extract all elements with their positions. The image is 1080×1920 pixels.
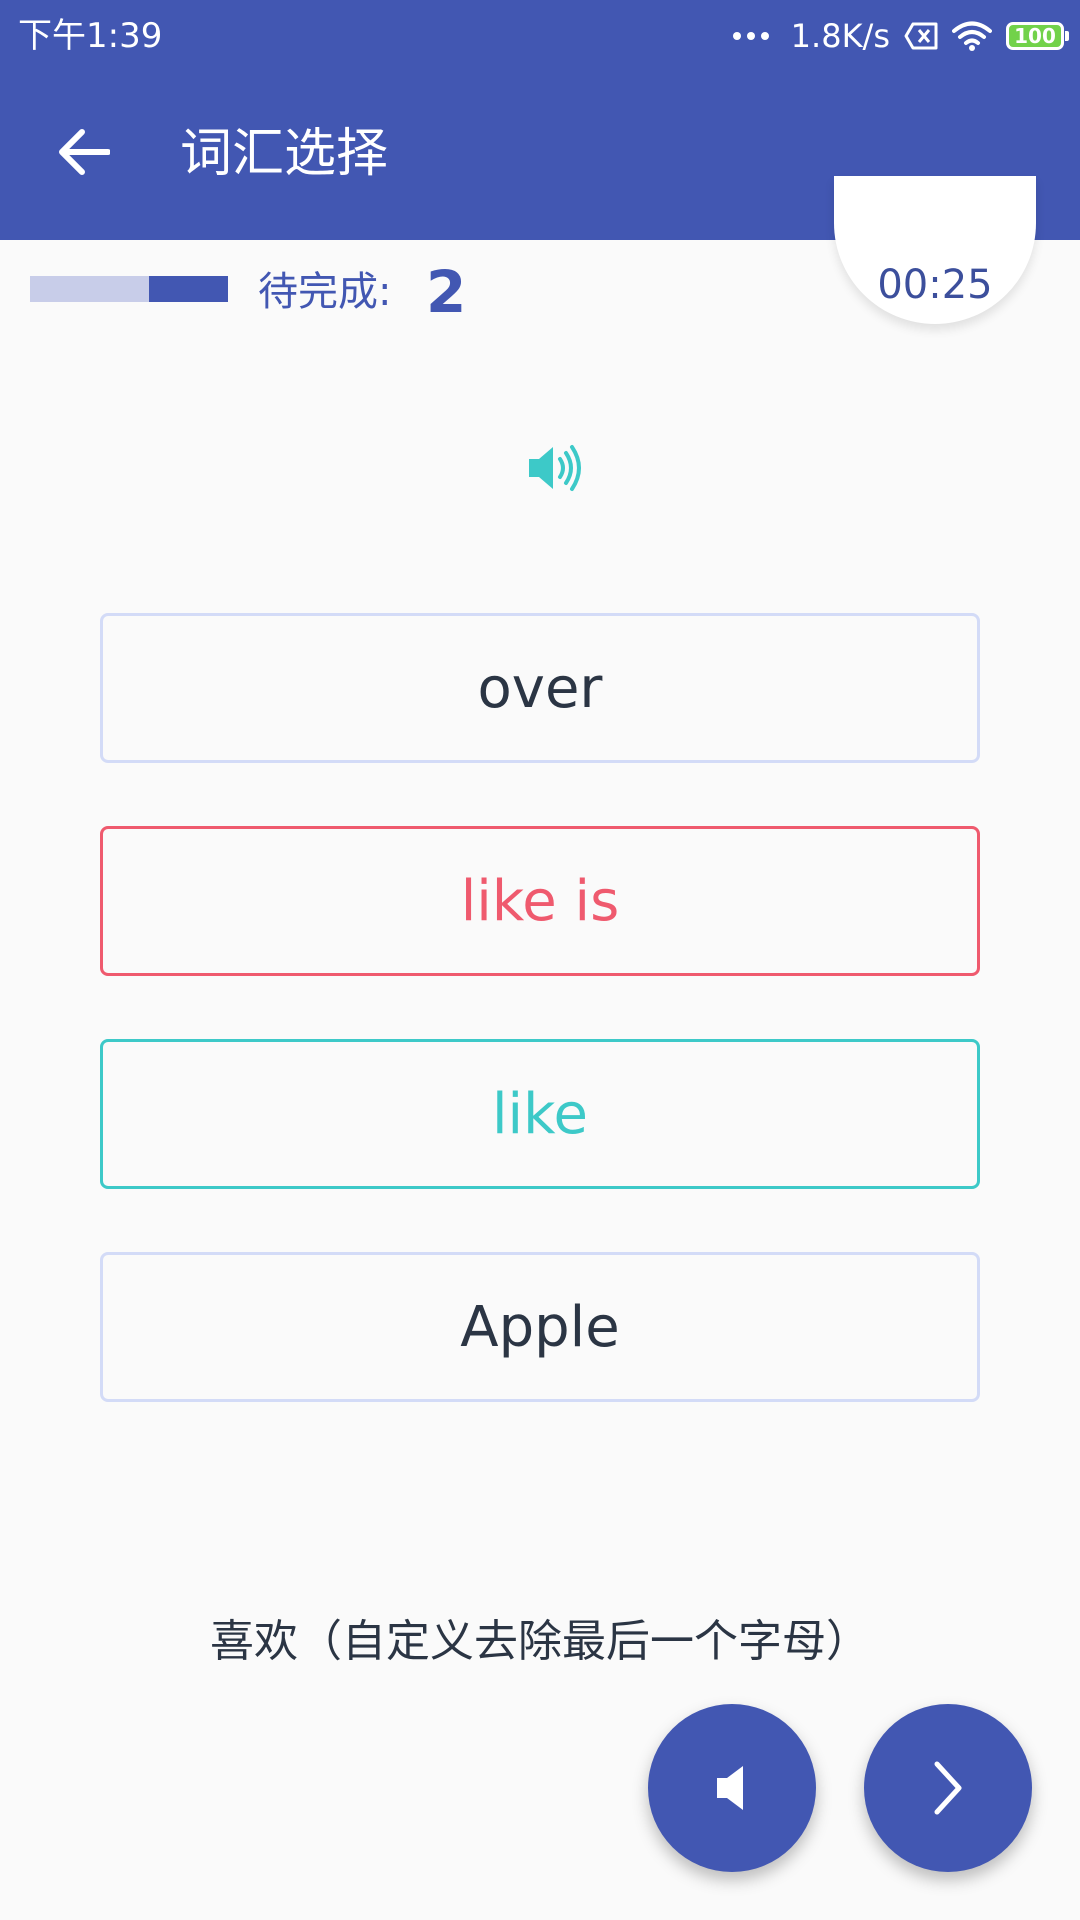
play-audio-button[interactable] bbox=[520, 438, 590, 498]
replay-audio-button[interactable] bbox=[648, 1704, 816, 1872]
status-bar: 下午1:39 1.8K/s 100 bbox=[0, 0, 1080, 72]
progress-fill bbox=[148, 276, 228, 302]
status-icons: 1.8K/s 100 bbox=[732, 14, 1069, 58]
page-title: 词汇选择 bbox=[180, 124, 389, 184]
option-button[interactable]: over bbox=[100, 613, 980, 763]
status-time: 下午1:39 bbox=[18, 16, 163, 56]
option-label: like is bbox=[460, 868, 620, 934]
option-button-correct[interactable]: like bbox=[100, 1039, 980, 1189]
battery-icon: 100 bbox=[1006, 22, 1069, 50]
network-speed: 1.8K/s bbox=[790, 17, 890, 55]
timer-text: 00:25 bbox=[877, 262, 993, 308]
chevron-right-icon bbox=[934, 1761, 962, 1815]
wifi-icon bbox=[952, 21, 992, 51]
sim-none-icon bbox=[904, 22, 938, 50]
option-label: Apple bbox=[460, 1294, 620, 1360]
back-button[interactable] bbox=[44, 112, 124, 192]
option-label: like bbox=[491, 1081, 588, 1147]
pending-count: 2 bbox=[426, 258, 467, 326]
progress-bar bbox=[30, 276, 228, 302]
option-button[interactable]: Apple bbox=[100, 1252, 980, 1402]
word-meaning: 喜欢（自定义去除最后一个字母） bbox=[210, 1616, 870, 1667]
arrow-back-icon bbox=[59, 129, 110, 175]
option-button-wrong[interactable]: like is bbox=[100, 826, 980, 976]
more-dots-icon bbox=[732, 32, 769, 40]
pending-label: 待完成: bbox=[258, 269, 392, 315]
speaker-icon bbox=[529, 445, 581, 491]
next-button[interactable] bbox=[864, 1704, 1032, 1872]
speaker-icon bbox=[717, 1766, 743, 1810]
option-label: over bbox=[477, 655, 603, 721]
timer-badge: 00:25 bbox=[834, 176, 1036, 324]
